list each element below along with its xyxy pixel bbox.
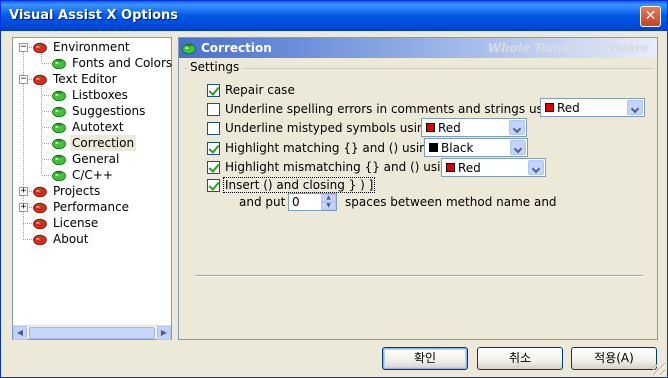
close-button[interactable]: ✕	[640, 6, 661, 27]
tomato-green-icon	[52, 121, 66, 133]
underline-spelling-color-select[interactable]: Red	[540, 98, 645, 117]
tree-item-cpp[interactable]: C/C++	[52, 167, 115, 183]
tomato-green-icon	[52, 153, 66, 165]
close-icon: ✕	[644, 8, 657, 24]
tree-item-label: Correction	[70, 135, 137, 151]
expander-environment[interactable]: −	[19, 43, 28, 52]
tree-item-label: Environment	[53, 40, 130, 54]
highlight-matching-checkbox[interactable]	[207, 142, 220, 155]
spaces-stepper[interactable]: 0 ▲ ▼	[288, 193, 337, 211]
underline-spelling-label: Underline spelling errors in comments an…	[225, 102, 552, 116]
stepper-up-icon[interactable]: ▲	[321, 194, 336, 202]
spaces-suffix-label: spaces between method name and	[345, 195, 557, 209]
highlight-mismatching-label: Highlight mismatching {} and () usin	[225, 160, 449, 174]
chevron-down-icon[interactable]	[510, 140, 526, 155]
tomato-red-icon	[33, 73, 47, 85]
stepper-down-icon[interactable]: ▼	[321, 202, 336, 210]
color-swatch	[426, 123, 435, 132]
underline-mistyped-checkbox[interactable]	[207, 122, 220, 135]
title-bar[interactable]: Visual Assist X Options ✕	[1, 1, 667, 31]
underline-mistyped-label: Underline mistyped symbols usin	[225, 121, 425, 135]
resize-grip-icon[interactable]	[653, 363, 665, 375]
tree-item-license[interactable]: License	[33, 215, 100, 231]
tree-item-autotext[interactable]: Autotext	[52, 119, 126, 135]
expander-projects[interactable]: +	[19, 187, 28, 196]
tree-item-label: License	[53, 216, 99, 230]
insert-closing-checkbox[interactable]	[207, 179, 220, 192]
tree-item-projects[interactable]: Projects	[33, 183, 102, 199]
tomato-green-icon	[52, 57, 66, 69]
insert-closing-label: Insert () and closing } ) ]	[222, 177, 376, 193]
divider	[195, 275, 643, 277]
repair-case-label: Repair case	[225, 83, 295, 97]
tree-item-label: Text Editor	[53, 72, 117, 86]
tree-item-label: C/C++	[72, 168, 113, 182]
tomato-red-icon	[33, 41, 47, 53]
tree-item-correction[interactable]: Correction	[52, 135, 137, 151]
tree-item-about[interactable]: About	[33, 231, 90, 247]
chevron-down-icon[interactable]	[528, 160, 544, 175]
chevron-down-icon[interactable]	[627, 100, 643, 115]
tree-item-label: Performance	[53, 200, 130, 214]
apply-button[interactable]: 적용(A)	[571, 347, 657, 370]
brand-label: Whole Tomato Software	[487, 41, 649, 55]
tree-item-label: Listboxes	[72, 88, 128, 102]
scroll-right-icon[interactable]: ▶	[157, 326, 171, 340]
repair-case-checkbox[interactable]	[207, 84, 220, 97]
tomato-red-icon	[33, 185, 47, 197]
tree-item-label: Fonts and Colors	[72, 56, 173, 70]
expander-performance[interactable]: +	[19, 203, 28, 212]
tomato-green-icon	[52, 169, 66, 181]
highlight-mismatching-color-select[interactable]: Red	[441, 158, 546, 177]
underline-mistyped-color-select[interactable]: Red	[421, 118, 527, 137]
pane-header: Correction Whole Tomato Software	[179, 38, 657, 58]
cancel-button[interactable]: 취소	[477, 347, 563, 370]
selected-color: Red	[458, 161, 481, 175]
highlight-mismatching-checkbox[interactable]	[207, 161, 220, 174]
options-window: Visual Assist X Options ✕ − Environment …	[0, 0, 668, 378]
selected-color: Red	[438, 121, 461, 135]
pane-title: Correction	[201, 41, 272, 55]
selected-color: Red	[557, 101, 580, 115]
tree-item-performance[interactable]: Performance	[33, 199, 131, 215]
category-tree[interactable]: − Environment Fonts and Colors − Text Ed…	[12, 37, 172, 340]
tree-item-label: Autotext	[72, 120, 124, 134]
tree-item-fonts-and-colors[interactable]: Fonts and Colors	[52, 55, 174, 71]
color-swatch	[545, 103, 554, 112]
spaces-value: 0	[292, 195, 300, 209]
highlight-matching-color-select[interactable]: Black	[424, 138, 528, 157]
tomato-green-icon	[52, 137, 66, 149]
tree-item-environment[interactable]: Environment	[33, 39, 132, 55]
window-title: Visual Assist X Options	[9, 8, 179, 23]
stepper-buttons: ▲ ▼	[321, 194, 336, 210]
settings-pane: Correction Whole Tomato Software Setting…	[178, 37, 658, 340]
tree-item-label: About	[53, 232, 89, 246]
tomato-green-icon	[52, 105, 66, 117]
color-swatch	[429, 143, 438, 152]
tomato-red-icon	[33, 217, 47, 229]
tree-item-listboxes[interactable]: Listboxes	[52, 87, 130, 103]
tree-item-general[interactable]: General	[52, 151, 121, 167]
color-swatch	[446, 163, 455, 172]
tomato-red-icon	[33, 201, 47, 213]
tree-item-label: Suggestions	[72, 104, 146, 118]
selected-color: Black	[441, 141, 474, 155]
scroll-thumb[interactable]	[29, 327, 155, 339]
tomato-red-icon	[33, 233, 47, 245]
tree-item-label: Projects	[53, 184, 101, 198]
tomato-green-icon	[182, 42, 196, 54]
underline-spelling-checkbox[interactable]	[207, 103, 220, 116]
tree-horizontal-scrollbar[interactable]: ◀ ▶	[13, 325, 171, 340]
tomato-green-icon	[52, 89, 66, 101]
scroll-left-icon[interactable]: ◀	[13, 326, 27, 340]
tree-item-text-editor[interactable]: Text Editor	[33, 71, 119, 87]
highlight-matching-label: Highlight matching {} and () using	[225, 141, 435, 155]
tree-item-label: General	[72, 152, 120, 166]
tree-item-suggestions[interactable]: Suggestions	[52, 103, 147, 119]
chevron-down-icon[interactable]	[509, 120, 525, 135]
ok-button[interactable]: 확인	[382, 347, 468, 370]
spaces-prefix-label: and put	[239, 195, 286, 209]
group-label: Settings	[187, 60, 243, 74]
expander-text-editor[interactable]: −	[19, 75, 28, 84]
